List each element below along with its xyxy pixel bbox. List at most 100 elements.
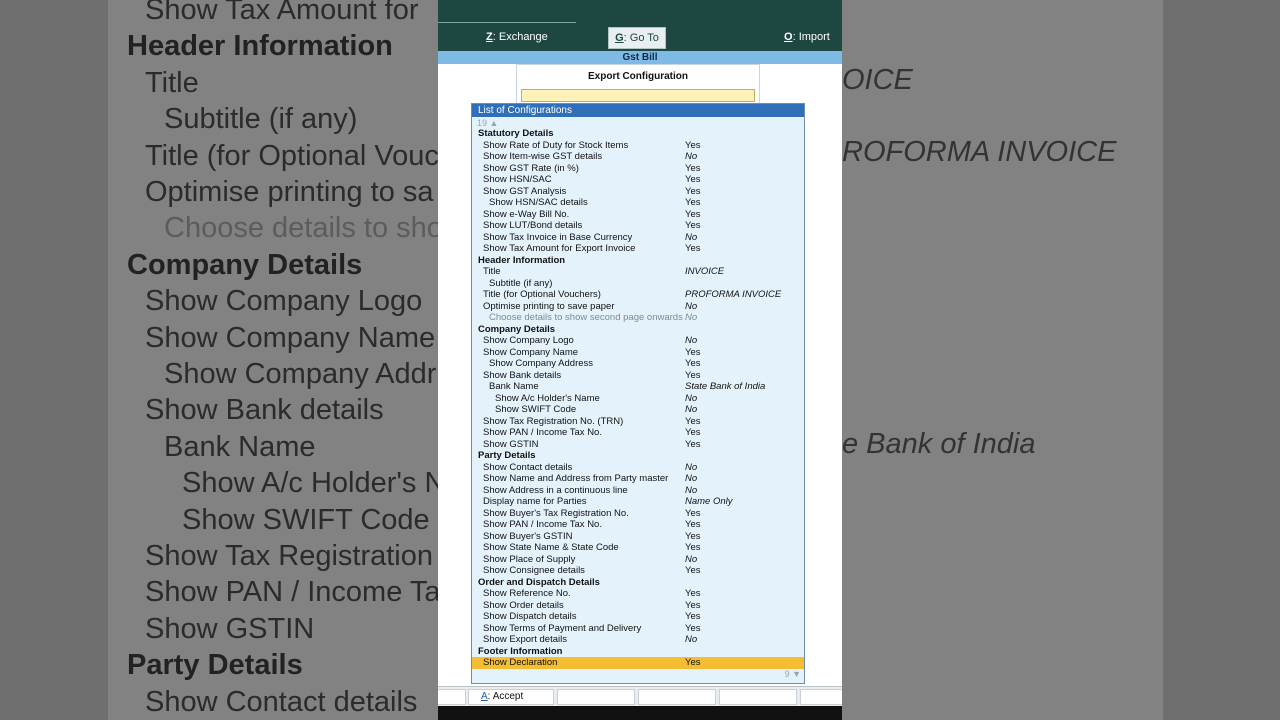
config-value[interactable]: PROFORMA INVOICE: [685, 289, 781, 301]
config-value[interactable]: No: [685, 151, 697, 163]
background-line: Bank Name: [164, 430, 316, 463]
config-row[interactable]: Show GST Rate (in %) Yes: [472, 163, 804, 175]
config-row[interactable]: Show State Name & State Code Yes: [472, 542, 804, 554]
config-row[interactable]: Optimise printing to save paper No: [472, 301, 804, 313]
config-row[interactable]: Choose details to show second page onwar…: [472, 312, 804, 324]
config-value[interactable]: No: [685, 554, 697, 566]
config-value[interactable]: No: [685, 462, 697, 474]
export-configuration-title: Export Configuration: [588, 71, 688, 82]
config-row[interactable]: Show Bank details Yes: [472, 370, 804, 382]
accept-button[interactable]: A: Accept: [468, 689, 554, 705]
config-row[interactable]: Show Contact details No: [472, 462, 804, 474]
config-value[interactable]: Yes: [685, 243, 701, 255]
config-label: Subtitle (if any): [489, 277, 553, 289]
config-value[interactable]: INVOICE: [685, 266, 724, 278]
config-row[interactable]: Title (for Optional Vouchers) PROFORMA IN…: [472, 289, 804, 301]
config-row[interactable]: Show Tax Registration No. (TRN) Yes: [472, 416, 804, 428]
config-row[interactable]: Show Address in a continuous line No: [472, 485, 804, 497]
config-label: Show Dispatch details: [483, 611, 577, 622]
config-row[interactable]: Show Export details No: [472, 634, 804, 646]
config-row[interactable]: Show LUT/Bond details Yes: [472, 220, 804, 232]
config-value[interactable]: Yes: [685, 565, 701, 577]
config-row[interactable]: Show Order details Yes: [472, 600, 804, 612]
config-row[interactable]: Show Reference No. Yes: [472, 588, 804, 600]
scroll-down-indicator[interactable]: 9 ▼: [785, 669, 801, 679]
background-line: Optimise printing to sa: [145, 176, 434, 208]
config-value[interactable]: Yes: [685, 531, 701, 543]
config-value[interactable]: No: [685, 393, 697, 405]
config-row[interactable]: Show SWIFT Code No: [472, 404, 804, 416]
config-value[interactable]: No: [685, 335, 697, 347]
config-value[interactable]: No: [685, 404, 697, 416]
config-value[interactable]: No: [685, 301, 697, 313]
config-row[interactable]: Show PAN / Income Tax No. Yes: [472, 427, 804, 439]
config-row[interactable]: Show Terms of Payment and Delivery Yes: [472, 623, 804, 635]
config-row[interactable]: Subtitle (if any): [472, 278, 804, 290]
config-row[interactable]: Show A/c Holder's Name No: [472, 393, 804, 405]
config-row[interactable]: Show e-Way Bill No. Yes: [472, 209, 804, 221]
config-row[interactable]: Show HSN/SAC Yes: [472, 174, 804, 186]
config-row[interactable]: Show Declaration Yes: [472, 657, 804, 669]
config-value[interactable]: Yes: [685, 163, 701, 175]
config-row[interactable]: Show Item-wise GST details No: [472, 151, 804, 163]
config-row[interactable]: Show Company Logo No: [472, 335, 804, 347]
config-value[interactable]: Yes: [685, 358, 701, 370]
config-row[interactable]: Show Rate of Duty for Stock Items Yes: [472, 140, 804, 152]
config-value[interactable]: Yes: [685, 186, 701, 198]
config-label: Order and Dispatch Details: [478, 576, 600, 588]
config-value[interactable]: No: [685, 473, 697, 485]
config-row[interactable]: Show Company Address Yes: [472, 358, 804, 370]
config-value[interactable]: Yes: [685, 427, 701, 439]
config-value[interactable]: Name Only: [685, 496, 733, 508]
config-value[interactable]: No: [685, 485, 697, 497]
config-value[interactable]: No: [685, 634, 697, 646]
config-value[interactable]: Yes: [685, 439, 701, 451]
config-value[interactable]: No: [685, 312, 697, 324]
config-value[interactable]: Yes: [685, 416, 701, 428]
export-configuration-input[interactable]: [521, 89, 755, 102]
bottom-slot: [557, 689, 635, 705]
background-line: Show A/c Holder's N: [182, 467, 446, 500]
config-row[interactable]: Show Company Name Yes: [472, 347, 804, 359]
config-row[interactable]: Show HSN/SAC details Yes: [472, 197, 804, 209]
config-row[interactable]: Show PAN / Income Tax No. Yes: [472, 519, 804, 531]
config-row[interactable]: Show Place of Supply No: [472, 554, 804, 566]
background-line: Show GSTIN: [145, 612, 315, 645]
config-row[interactable]: Show GST Analysis Yes: [472, 186, 804, 198]
config-row[interactable]: Show Buyer's GSTIN Yes: [472, 531, 804, 543]
exchange-button[interactable]: Z: Exchange: [486, 27, 548, 49]
config-value[interactable]: No: [685, 232, 697, 244]
config-row[interactable]: Show Tax Invoice in Base Currency No: [472, 232, 804, 244]
config-value[interactable]: Yes: [685, 140, 701, 152]
config-value[interactable]: Yes: [685, 542, 701, 554]
config-value[interactable]: Yes: [685, 370, 701, 382]
config-label: Header Information: [478, 254, 566, 266]
config-value[interactable]: Yes: [685, 600, 701, 612]
config-value[interactable]: Yes: [685, 347, 701, 359]
config-row[interactable]: Show Consignee details Yes: [472, 565, 804, 577]
config-label: Optimise printing to save paper: [483, 300, 615, 312]
config-row[interactable]: Title INVOICE: [472, 266, 804, 278]
config-row[interactable]: Show Name and Address from Party master N…: [472, 473, 804, 485]
config-value[interactable]: Yes: [685, 174, 701, 186]
config-row[interactable]: Show Buyer's Tax Registration No. Yes: [472, 508, 804, 520]
config-row[interactable]: Display name for Parties Name Only: [472, 496, 804, 508]
scroll-up-indicator[interactable]: 19 ▲: [477, 118, 498, 128]
config-row[interactable]: Show GSTIN Yes: [472, 439, 804, 451]
goto-button[interactable]: G: Go To: [608, 27, 666, 49]
import-button[interactable]: O: Import: [784, 27, 830, 49]
config-value[interactable]: State Bank of India: [685, 381, 765, 393]
config-row[interactable]: Bank Name State Bank of India: [472, 381, 804, 393]
config-label: Show GST Analysis: [483, 185, 567, 197]
config-value[interactable]: Yes: [685, 611, 701, 623]
config-row[interactable]: Show Tax Amount for Export Invoice Yes: [472, 243, 804, 255]
config-value[interactable]: Yes: [685, 209, 701, 221]
config-value[interactable]: Yes: [685, 220, 701, 232]
config-value[interactable]: Yes: [685, 588, 701, 600]
config-value[interactable]: Yes: [685, 623, 701, 635]
config-value[interactable]: Yes: [685, 657, 701, 669]
config-value[interactable]: Yes: [685, 197, 701, 209]
config-row[interactable]: Show Dispatch details Yes: [472, 611, 804, 623]
config-value[interactable]: Yes: [685, 519, 701, 531]
config-value[interactable]: Yes: [685, 508, 701, 520]
